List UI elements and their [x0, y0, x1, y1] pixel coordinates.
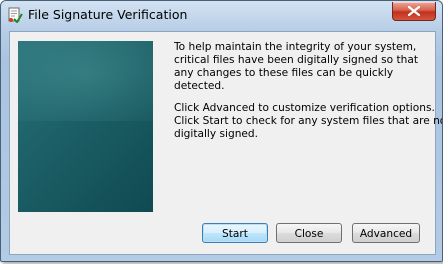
help-line-start-2: digitally signed. — [174, 128, 259, 140]
close-button[interactable]: Close — [276, 223, 342, 243]
close-icon — [408, 6, 420, 16]
dialog-body: To help maintain the integrity of your s… — [9, 31, 443, 255]
help-line-advanced: Click Advanced to customize verification… — [174, 102, 435, 114]
help-text: Click Advanced to customize verification… — [174, 102, 443, 141]
advanced-button[interactable]: Advanced — [352, 223, 420, 243]
help-line-start-1: Click Start to check for any system file… — [174, 115, 443, 127]
title-bar[interactable]: File Signature Verification — [1, 1, 442, 29]
decorative-side-panel — [18, 41, 153, 212]
start-button[interactable]: Start — [202, 223, 268, 243]
intro-text: To help maintain the integrity of your s… — [174, 41, 418, 92]
signature-check-icon — [7, 7, 23, 24]
file-signature-verification-window: File Signature Verification To help main… — [0, 0, 443, 262]
close-window-button[interactable] — [392, 2, 436, 21]
window-title: File Signature Verification — [28, 7, 188, 22]
